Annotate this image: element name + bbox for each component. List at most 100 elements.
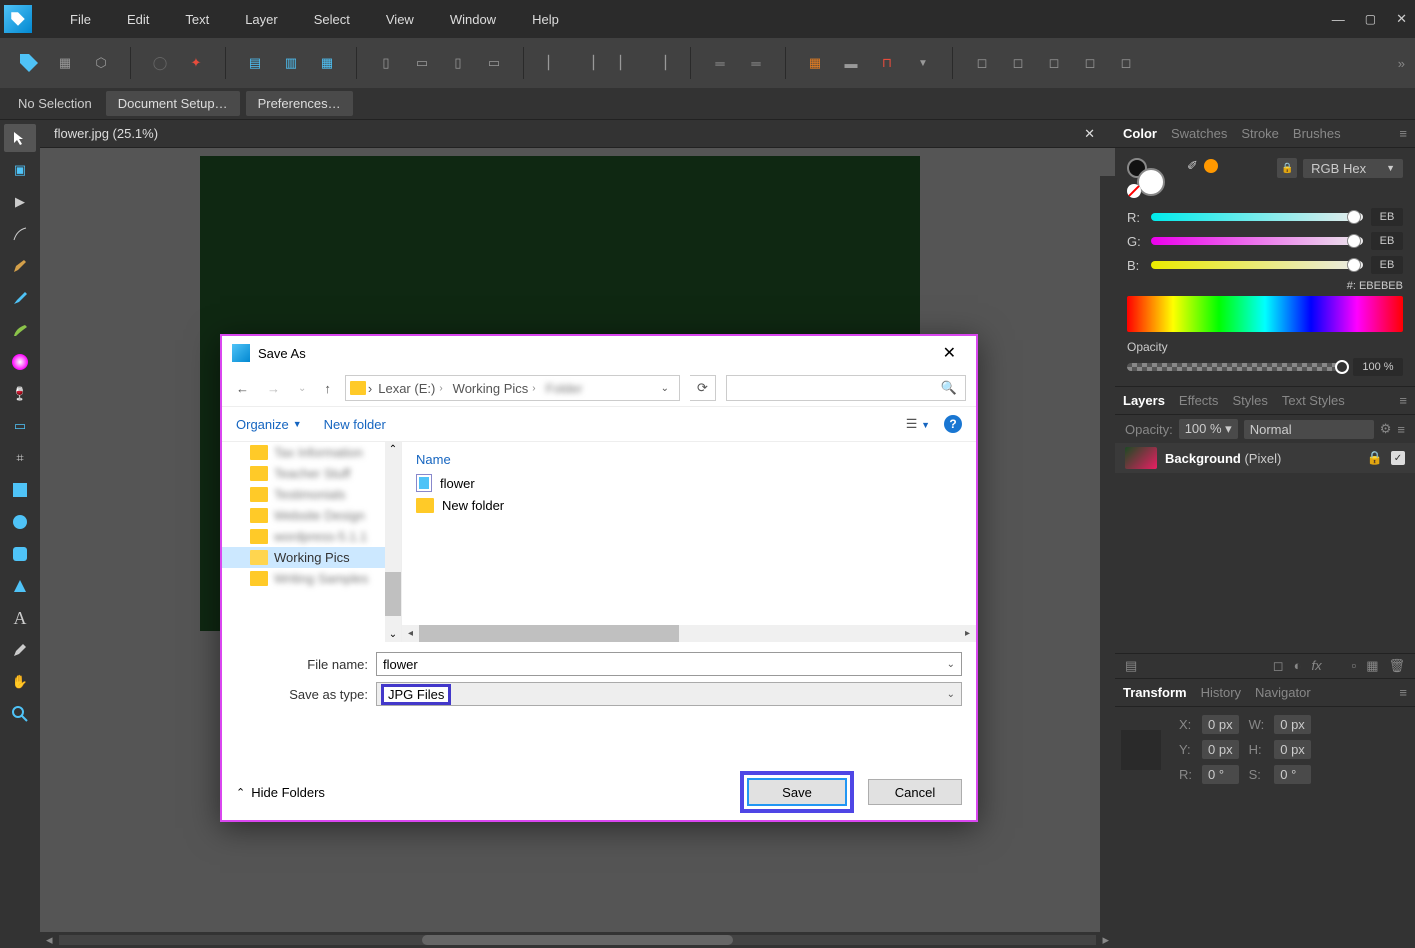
save-button[interactable]: Save [747,778,847,806]
opacity-slider[interactable] [1127,363,1345,371]
file-item[interactable]: flower [402,471,976,495]
tree-scrollbar[interactable]: ⌄⌃ [385,442,401,642]
ellipse-tool[interactable] [4,508,36,536]
panel-menu-icon[interactable]: ≡ [1399,393,1407,408]
panel-menu-icon[interactable]: ≡ [1399,126,1407,141]
menu-layer[interactable]: Layer [227,12,296,27]
distribute-icon[interactable]: ▏ [538,48,568,78]
delete-icon[interactable]: 🗑 [1388,658,1405,674]
move-tool[interactable] [4,124,36,152]
rectangle-tool[interactable] [4,476,36,504]
hand-tool[interactable]: ✋ [4,668,36,696]
anchor-selector[interactable] [1121,730,1161,770]
tab-stroke[interactable]: Stroke [1241,126,1279,141]
r-value[interactable]: EB [1371,208,1403,226]
op-icon[interactable]: ◻ [1111,48,1141,78]
g-slider[interactable] [1151,237,1363,245]
new-folder-button[interactable]: New folder [324,417,386,432]
tool-icon[interactable]: ✦ [181,48,211,78]
back-icon[interactable]: ← [232,377,253,400]
hide-folders-button[interactable]: ⌃ Hide Folders [236,785,325,800]
tab-history[interactable]: History [1201,685,1241,700]
brush-tool[interactable] [4,284,36,312]
panel-menu-icon[interactable]: ≡ [1397,422,1405,437]
color-swatch-selector[interactable] [1127,158,1177,198]
g-value[interactable]: EB [1371,232,1403,250]
tab-close-icon[interactable]: ✕ [1078,126,1101,142]
hex-value[interactable]: #: EBEBEB [1127,280,1403,292]
up-icon[interactable]: ↑ [320,377,335,400]
r-input[interactable]: 0 ° [1202,765,1239,784]
menu-window[interactable]: Window [432,12,514,27]
tab-swatches[interactable]: Swatches [1171,126,1227,141]
distribute-icon[interactable]: ▏ [610,48,640,78]
rotate-icon[interactable]: ▯ [443,48,473,78]
tab-navigator[interactable]: Navigator [1255,685,1311,700]
breadcrumb-hidden[interactable]: Folder [542,381,587,396]
scrollbar-vertical[interactable] [1100,176,1115,947]
help-icon[interactable]: ? [944,415,962,433]
sample-color-icon[interactable] [1204,159,1218,173]
color-spectrum[interactable] [1127,296,1403,332]
picture-tool[interactable]: ▭ [4,412,36,440]
zoom-tool[interactable] [4,700,36,728]
align-right-icon[interactable]: ▦ [312,48,342,78]
op-icon[interactable]: ◻ [1003,48,1033,78]
color-wheel-tool[interactable] [4,348,36,376]
refresh-icon[interactable]: ⟳ [690,375,716,401]
op-icon[interactable]: ◻ [1039,48,1069,78]
forward-icon[interactable]: → [263,377,284,400]
color-mode-select[interactable]: RGB Hex▼ [1303,159,1403,178]
align-center-icon[interactable]: ▥ [276,48,306,78]
file-item[interactable]: New folder [402,495,976,516]
menu-select[interactable]: Select [296,12,368,27]
s-input[interactable]: 0 ° [1274,765,1311,784]
search-input[interactable]: 🔍 [726,375,966,401]
fx-icon[interactable]: fx [1311,658,1321,674]
menu-text[interactable]: Text [167,12,227,27]
group-icon[interactable]: ▦ [1366,658,1378,674]
file-list[interactable]: Name flower New folder ◂▸ [402,442,976,642]
cancel-button[interactable]: Cancel [868,779,962,805]
pen-tool[interactable] [4,220,36,248]
eyedropper-tool[interactable] [4,636,36,664]
document-tab[interactable]: flower.jpg (25.1%) ✕ [40,120,1115,148]
op-icon[interactable]: ◻ [967,48,997,78]
panel-menu-icon[interactable]: ≡ [1399,685,1407,700]
history-dropdown-icon[interactable]: ⌄ [294,379,310,398]
layer-row[interactable]: Background (Pixel) 🔒 ✓ [1115,443,1415,473]
tab-color[interactable]: Color [1123,126,1157,141]
adjustment-icon[interactable]: ◐ [1294,658,1302,674]
r-slider[interactable] [1151,213,1363,221]
crop-tool[interactable]: ⌗ [4,444,36,472]
dialog-close-icon[interactable]: ✕ [933,339,966,367]
rotate-icon[interactable]: ▭ [479,48,509,78]
align-left-icon[interactable]: ▤ [240,48,270,78]
gear-icon[interactable]: ⚙ [1380,421,1392,437]
column-header-name[interactable]: Name [402,448,976,471]
scrollbar-horizontal[interactable]: ◂ ▸ [40,932,1115,947]
layer-opacity-select[interactable]: 100 % ▾ [1179,419,1238,439]
filetype-select[interactable]: JPG Files ⌄ [376,682,962,706]
menu-view[interactable]: View [368,12,432,27]
b-value[interactable]: EB [1371,256,1403,274]
tool-icon[interactable]: ◯ [145,48,175,78]
minimize-icon[interactable]: — [1332,12,1345,27]
file-list-scrollbar[interactable]: ◂▸ [402,625,976,642]
snap-icon[interactable]: ▬ [836,48,866,78]
filename-input[interactable]: flower⌄ [376,652,962,676]
y-input[interactable]: 0 px [1202,740,1239,759]
tab-layers[interactable]: Layers [1123,393,1165,408]
x-input[interactable]: 0 px [1202,715,1239,734]
tab-brushes[interactable]: Brushes [1293,126,1341,141]
new-layer-icon[interactable]: ▫ [1352,658,1357,674]
tab-text-styles[interactable]: Text Styles [1282,393,1345,408]
b-slider[interactable] [1151,261,1363,269]
text-tool[interactable]: A [4,604,36,632]
triangle-tool[interactable] [4,572,36,600]
layers-icon[interactable]: ▤ [1125,658,1137,674]
share-icon[interactable]: ⬡ [86,48,116,78]
rounded-rect-tool[interactable] [4,540,36,568]
menu-edit[interactable]: Edit [109,12,167,27]
dropdown-icon[interactable]: ▼ [908,48,938,78]
